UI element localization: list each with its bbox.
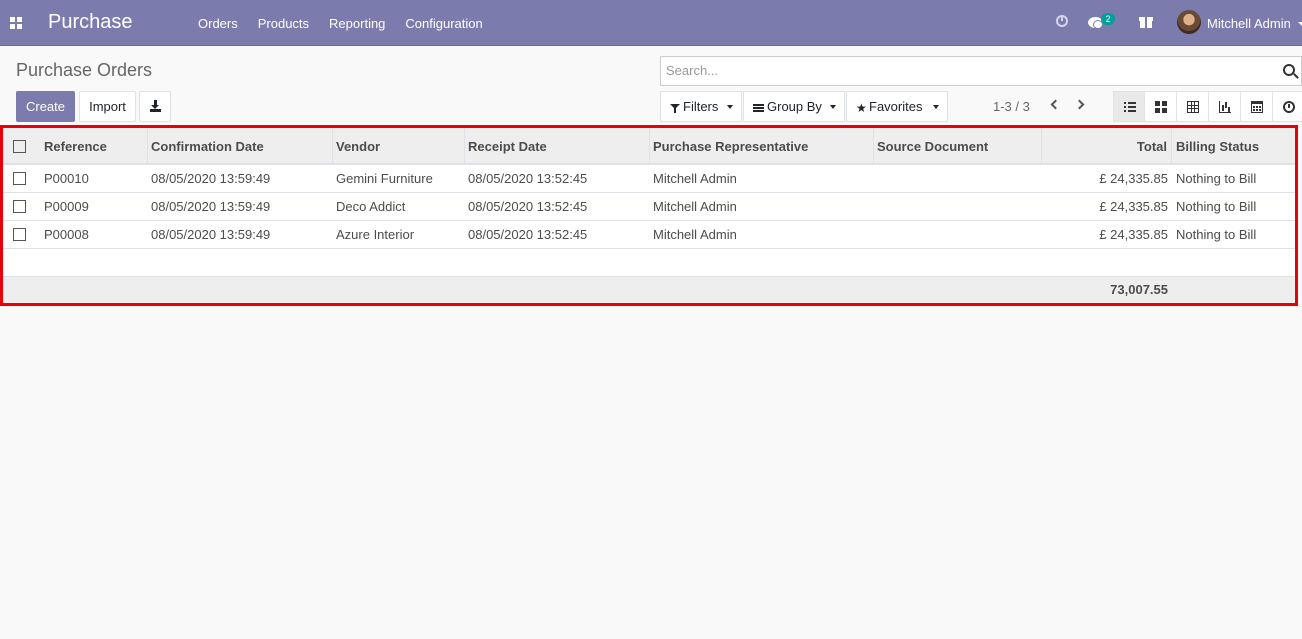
search-input[interactable]: [666, 63, 1266, 78]
avatar: [1177, 10, 1201, 34]
gift-icon[interactable]: [1138, 0, 1154, 46]
filters-label: Filters: [683, 99, 719, 114]
app-name[interactable]: Purchase: [48, 11, 133, 34]
calendar-view-button[interactable]: [1241, 91, 1273, 122]
activity-icon: [1283, 101, 1295, 113]
favorites-label: Favorites: [869, 99, 923, 114]
caret-down-icon: [830, 105, 836, 109]
page-title: Purchase Orders: [16, 60, 153, 80]
favorites-button[interactable]: ★ Favorites: [846, 91, 948, 122]
graph-view-button[interactable]: [1209, 91, 1241, 122]
menu-orders[interactable]: Orders: [188, 0, 248, 46]
groupby-button[interactable]: Group By: [743, 91, 845, 122]
caret-down-icon: [933, 105, 939, 109]
chat-icon[interactable]: 2: [1088, 0, 1118, 46]
create-button[interactable]: Create: [16, 91, 75, 122]
pivot-view-button[interactable]: [1177, 91, 1209, 122]
search-icon[interactable]: [1283, 64, 1299, 80]
import-button[interactable]: Import: [79, 91, 136, 122]
highlight-box: [0, 125, 1298, 306]
pivot-icon: [1187, 101, 1199, 113]
kanban-view-button[interactable]: [1145, 91, 1177, 122]
kanban-icon: [1155, 101, 1167, 113]
activity-clock-icon[interactable]: [1054, 0, 1070, 46]
filter-icon: [670, 102, 680, 114]
list-icon: [1124, 101, 1136, 113]
menu-reporting[interactable]: Reporting: [319, 0, 395, 46]
chat-count-badge: 2: [1101, 13, 1115, 25]
groupby-label: Group By: [767, 99, 822, 114]
menu-products[interactable]: Products: [248, 0, 319, 46]
menu-configuration[interactable]: Configuration: [395, 0, 492, 46]
apps-menu-icon[interactable]: [10, 17, 22, 29]
caret-down-icon: [1298, 22, 1302, 26]
pager-value[interactable]: 1-3 / 3: [993, 99, 1030, 114]
download-icon: [150, 100, 161, 112]
main-menu: Orders Products Reporting Configuration: [188, 0, 493, 46]
graph-icon: [1219, 101, 1231, 113]
caret-down-icon: [727, 105, 733, 109]
list-view-button[interactable]: [1113, 91, 1145, 122]
pager-previous-icon[interactable]: [1046, 96, 1062, 114]
download-button[interactable]: [139, 91, 171, 122]
user-name: Mitchell Admin: [1207, 16, 1291, 31]
calendar-icon: [1251, 101, 1263, 113]
view-switcher: [1113, 91, 1302, 122]
bars-icon: [753, 102, 764, 114]
top-navbar: Purchase Orders Products Reporting Confi…: [0, 0, 1302, 46]
search-bar: [660, 56, 1302, 86]
pager-next-icon[interactable]: [1073, 96, 1089, 114]
activity-view-button[interactable]: [1273, 91, 1302, 122]
star-icon: ★: [856, 100, 867, 115]
user-menu[interactable]: Mitchell Admin: [1177, 0, 1302, 46]
filters-button[interactable]: Filters: [660, 91, 742, 122]
